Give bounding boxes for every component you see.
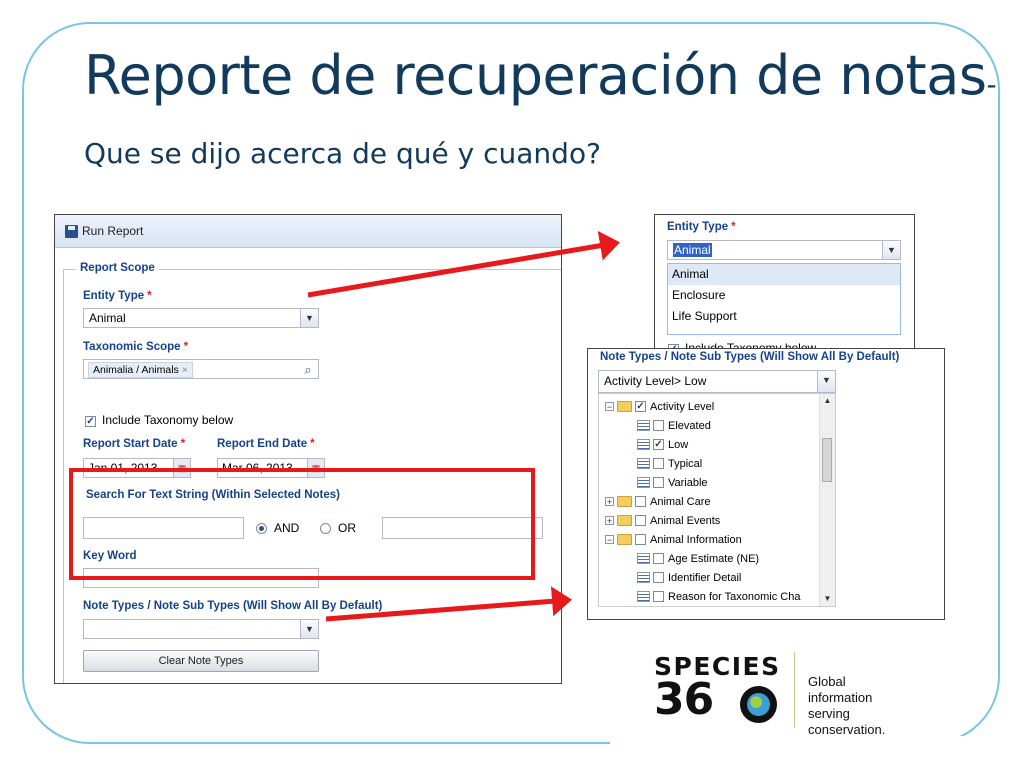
annotation-arrows [307,230,620,622]
logo-360-text: 36 [654,674,714,725]
globe-icon [740,686,777,723]
logo-tagline: Global information serving conservation. [808,674,886,737]
arrow-to-note-types [325,586,572,622]
arrow-to-entity-dropdown [307,230,620,298]
